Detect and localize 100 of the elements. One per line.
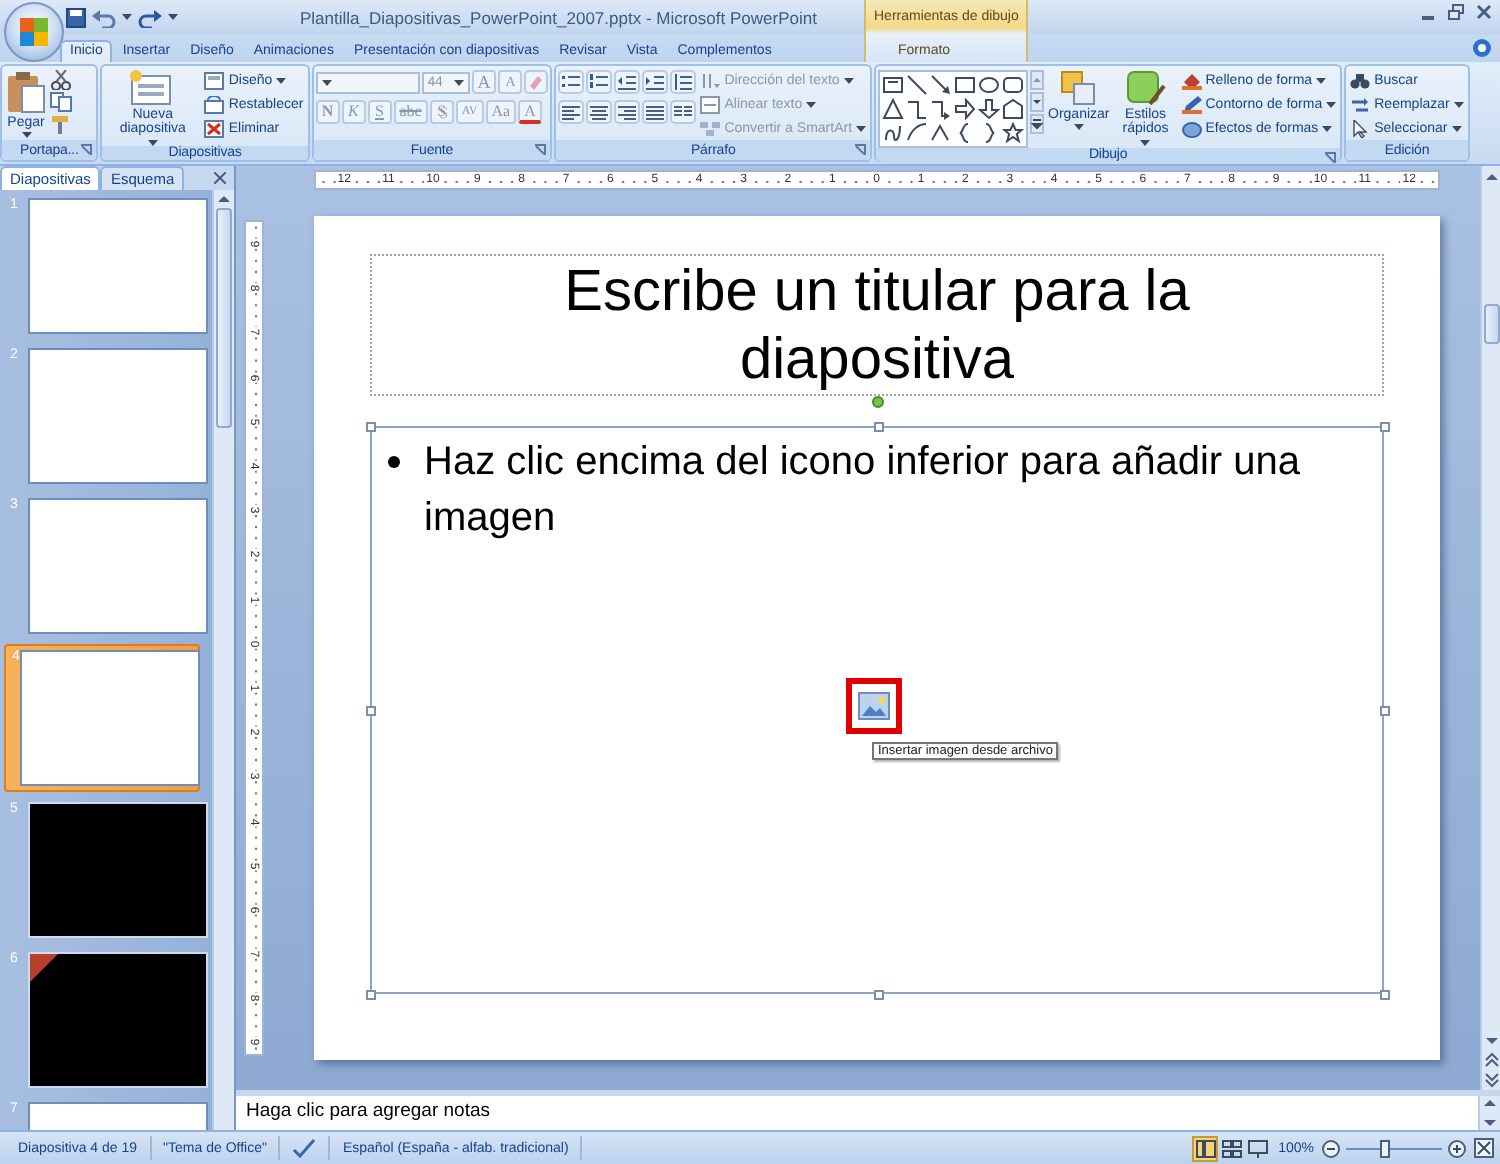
text-box-icon[interactable]: [882, 74, 905, 96]
bullets-icon[interactable]: [558, 70, 585, 94]
slide-title: Escribe un titular para la diapositiva: [562, 257, 1192, 393]
picture-icon: [858, 692, 890, 720]
resize-handle[interactable]: [366, 422, 376, 432]
title-placeholder[interactable]: Escribe un titular para la diapositiva: [370, 254, 1384, 396]
slide-icon: [130, 70, 175, 106]
bullet-icon: [388, 456, 400, 468]
dialog-launcher-icon[interactable]: [534, 144, 547, 156]
caret-icon: [453, 79, 464, 85]
delete-icon: [204, 120, 225, 138]
text-direction-icon: [700, 72, 721, 90]
align-center-icon[interactable]: [586, 100, 613, 124]
dialog-launcher-icon[interactable]: [80, 144, 93, 156]
resize-handle[interactable]: [1380, 422, 1390, 432]
zoom-thumb[interactable]: [1380, 1139, 1391, 1157]
curve-icon[interactable]: [882, 122, 905, 144]
align-left-icon[interactable]: [558, 100, 585, 124]
rectangle-icon[interactable]: [954, 74, 977, 96]
binoculars-icon: [1350, 72, 1371, 90]
replace-icon: [1350, 96, 1371, 114]
down-arrow-icon[interactable]: [978, 98, 1001, 120]
format-painter-icon[interactable]: [50, 114, 72, 134]
elbow-connector-icon[interactable]: [906, 98, 929, 120]
line-icon[interactable]: [906, 74, 929, 96]
columns-icon[interactable]: [670, 100, 697, 124]
caret-icon: [1316, 78, 1327, 84]
resize-handle[interactable]: [366, 990, 376, 1000]
cursor-icon: [1350, 120, 1371, 138]
slide-thumbnail[interactable]: [19, 650, 200, 786]
block-arrow-icon[interactable]: [954, 98, 977, 120]
more-icon[interactable]: [1030, 114, 1045, 134]
cut-icon[interactable]: [50, 70, 72, 90]
oval-icon[interactable]: [978, 74, 1001, 96]
scroll-down-icon[interactable]: [1030, 92, 1045, 112]
next-slide-icon[interactable]: [1483, 1072, 1499, 1088]
scroll-thumb[interactable]: [1483, 304, 1499, 344]
caret-icon: [122, 14, 132, 20]
caret-icon: [168, 14, 178, 20]
resize-handle[interactable]: [873, 990, 883, 1000]
decrease-indent-icon[interactable]: [614, 70, 641, 94]
close-icon[interactable]: [1476, 4, 1492, 20]
save-icon[interactable]: [66, 7, 86, 27]
scroll-down-icon[interactable]: [1483, 1032, 1499, 1048]
close-icon[interactable]: [214, 172, 226, 184]
vertical-scrollbar[interactable]: [1480, 166, 1500, 1090]
paint-bucket-icon: [1181, 72, 1202, 90]
scroll-thumb[interactable]: [216, 208, 232, 428]
line-spacing-icon[interactable]: [670, 70, 697, 94]
restore-icon[interactable]: [1448, 4, 1464, 20]
arc-icon[interactable]: [906, 122, 929, 144]
fit-window-icon[interactable]: [1474, 1138, 1494, 1158]
previous-slide-icon[interactable]: [1483, 1052, 1499, 1068]
zoom-in-icon[interactable]: [1448, 1139, 1466, 1157]
copy-icon[interactable]: [50, 92, 72, 112]
bullet-text: Haz clic encima del icono inferior para añadir una imagen: [424, 438, 1303, 544]
pencil-icon: [1181, 96, 1202, 114]
arrow-icon[interactable]: [930, 74, 953, 96]
panel-scrollbar[interactable]: [212, 190, 234, 1130]
smartart-icon: [700, 120, 721, 138]
dialog-launcher-icon[interactable]: [1324, 152, 1337, 164]
caret-icon: [856, 126, 867, 132]
slide-thumbnail[interactable]: [28, 498, 208, 634]
rotation-handle[interactable]: [872, 396, 884, 408]
slide-thumbnail[interactable]: [28, 348, 208, 484]
arrange-icon: [1060, 70, 1097, 106]
resize-handle[interactable]: [1380, 990, 1390, 1000]
rounded-rectangle-icon[interactable]: [1002, 74, 1025, 96]
pentagon-icon[interactable]: [1002, 98, 1025, 120]
justify-icon[interactable]: [642, 100, 669, 124]
resize-handle[interactable]: [873, 422, 883, 432]
quick-styles-icon: [1125, 70, 1166, 106]
align-right-icon[interactable]: [614, 100, 641, 124]
resize-handle[interactable]: [366, 706, 376, 716]
triangle-icon[interactable]: [882, 98, 905, 120]
increase-indent-icon[interactable]: [642, 70, 669, 94]
caret-icon: [1453, 102, 1464, 108]
insert-picture-button[interactable]: [846, 678, 902, 734]
freeform-icon[interactable]: [930, 122, 953, 144]
dialog-launcher-icon[interactable]: [854, 144, 867, 156]
shape-gallery[interactable]: [878, 70, 1029, 148]
caret-icon: [1322, 126, 1333, 132]
caret-icon: [806, 102, 817, 108]
window-title: Plantilla_Diapositivas_PowerPoint_2007.pptx - Microsoft PowerPoint: [300, 7, 817, 27]
layout-icon: [204, 72, 225, 90]
reset-icon: [204, 96, 225, 114]
help-icon[interactable]: [1472, 38, 1492, 58]
elbow-arrow-icon[interactable]: [930, 98, 953, 120]
zoom-out-icon[interactable]: [1322, 1139, 1340, 1157]
caret-icon: [276, 78, 287, 84]
slide-sorter-button[interactable]: [1218, 1135, 1245, 1161]
spell-check-icon[interactable]: [292, 1138, 317, 1158]
slide-thumbnail[interactable]: [28, 198, 208, 334]
star-icon[interactable]: [1002, 122, 1025, 144]
scroll-up-icon[interactable]: [1482, 1096, 1498, 1108]
resize-handle[interactable]: [1380, 706, 1390, 716]
redo-icon[interactable]: [138, 7, 162, 27]
normal-view-button[interactable]: [1192, 1135, 1219, 1161]
clipboard-icon: [6, 70, 46, 114]
numbering-icon[interactable]: [586, 70, 613, 94]
